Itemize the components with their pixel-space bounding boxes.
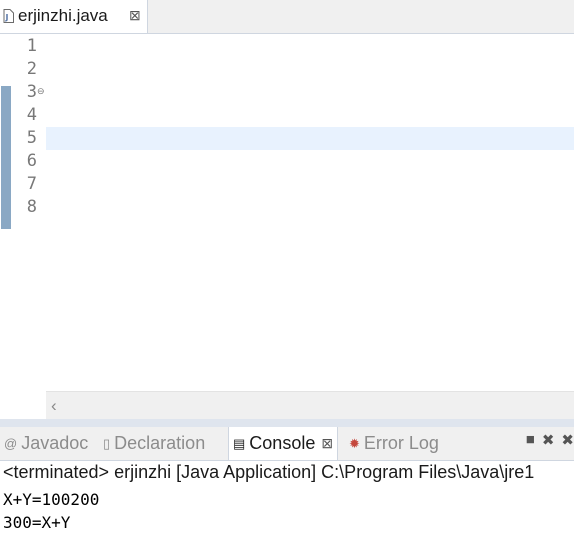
editor-tab-title: erjinzhi.java	[18, 6, 108, 25]
console-toolbar: ■ ✖ ✖	[526, 431, 574, 451]
horizontal-scrollbar[interactable]: ‹	[46, 391, 574, 420]
code-line-3[interactable]	[46, 81, 574, 104]
close-icon[interactable]: ⊠	[129, 7, 141, 24]
code-line-8[interactable]	[46, 196, 574, 219]
console-icon: ▤	[233, 435, 246, 451]
quick-diff-ruler	[0, 34, 13, 419]
declaration-icon: ▯	[103, 435, 111, 451]
panel-tabbar: @ Javadoc ▯ Declaration ▤ Console ⊠ ✹ Er…	[0, 427, 574, 461]
line-number-gutter: 1 2 3 ⊖ 4 5 6 7 8	[13, 34, 46, 419]
line-number: 2	[26, 59, 37, 79]
line-number: 5	[26, 128, 37, 148]
line-number: 3	[26, 82, 37, 102]
code-line-7[interactable]	[46, 173, 574, 196]
console-header: <terminated> erjinzhi [Java Application]…	[3, 462, 535, 482]
line-number: 6	[26, 151, 37, 171]
change-marker	[1, 86, 11, 229]
code-line-2[interactable]	[46, 58, 574, 81]
code-line-4[interactable]	[46, 104, 574, 127]
error-log-icon: ✹	[349, 435, 360, 451]
tab-label: Javadoc	[21, 433, 89, 453]
tab-label: Console	[249, 433, 316, 453]
remove-launch-icon[interactable]: ✖	[542, 431, 555, 451]
scroll-left-icon[interactable]: ‹	[51, 396, 57, 416]
java-file-icon: J	[3, 9, 14, 23]
code-line-5[interactable]	[46, 127, 574, 150]
code-line-6[interactable]	[46, 150, 574, 173]
close-icon[interactable]: ⊠	[321, 435, 333, 452]
editor-tab-erjinzhi[interactable]: J erjinzhi.java ⊠	[0, 0, 148, 33]
svg-text:J: J	[5, 13, 9, 22]
remove-all-launches-icon[interactable]: ✖	[561, 431, 574, 451]
fold-collapse-icon[interactable]: ⊖	[37, 80, 45, 103]
javadoc-icon: @	[4, 436, 18, 451]
tab-error-log[interactable]: ✹ Error Log	[349, 427, 439, 460]
code-line-1[interactable]	[46, 35, 574, 58]
console-line: X+Y=100200	[3, 490, 100, 509]
line-number: 4	[26, 105, 37, 125]
line-number: 7	[26, 174, 37, 194]
tab-label: Declaration	[114, 433, 206, 453]
panel-separator[interactable]	[0, 419, 574, 427]
tab-javadoc[interactable]: @ Javadoc	[4, 427, 88, 460]
terminate-icon[interactable]: ■	[526, 431, 535, 451]
tab-declaration[interactable]: ▯ Declaration	[103, 427, 205, 460]
console-line: 300=X+Y	[3, 513, 71, 532]
line-number: 8	[26, 197, 37, 217]
editor-tabbar: J erjinzhi.java ⊠	[0, 0, 574, 34]
line-number: 1	[26, 36, 37, 56]
tab-console[interactable]: ▤ Console ⊠	[228, 427, 339, 460]
code-editor[interactable]: 1 2 3 ⊖ 4 5 6 7 8 ‹	[0, 34, 574, 420]
tab-label: Error Log	[363, 433, 439, 453]
console-output[interactable]: <terminated> erjinzhi [Java Application]…	[0, 461, 574, 551]
